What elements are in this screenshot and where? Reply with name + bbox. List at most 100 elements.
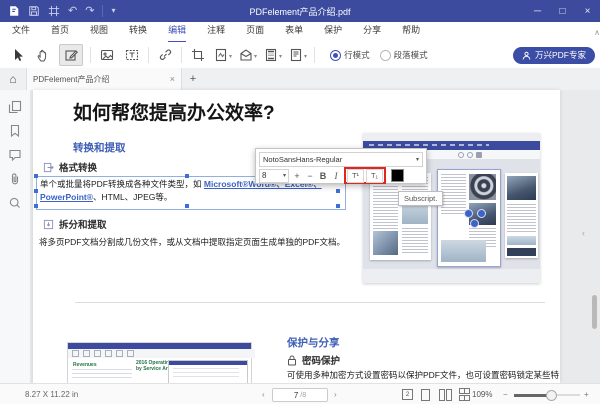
annotation-dot[interactable] <box>470 219 479 228</box>
zoom-in-button[interactable]: + <box>584 384 589 404</box>
line-mode-radio[interactable]: 行模式 <box>330 49 370 61</box>
increase-size-button[interactable]: + <box>292 170 302 182</box>
superscript-button[interactable]: T¹ <box>347 168 364 183</box>
next-page-icon[interactable]: › <box>334 384 337 404</box>
selection-handle[interactable] <box>185 204 189 208</box>
background-tool[interactable]: ▾ <box>239 48 257 62</box>
menu-page[interactable]: 页面 <box>246 21 264 43</box>
pdf-expert-label: 万兴PDF专家 <box>534 50 586 60</box>
page-badge-view-icon[interactable]: 2 <box>402 389 413 400</box>
zoom-slider[interactable] <box>514 390 580 401</box>
selection-handle[interactable] <box>34 189 38 193</box>
zoom-slider-handle[interactable] <box>546 390 557 401</box>
document-viewport[interactable]: 如何帮您提高办公效率? 转换和提取 格式转换 单个或批量将PDF转换成各种文件类… <box>30 90 600 383</box>
right-panel-toggle-icon[interactable]: ‹ <box>582 228 585 238</box>
pdf-page[interactable]: 如何帮您提高办公效率? 转换和提取 格式转换 单个或批量将PDF转换成各种文件类… <box>33 90 560 383</box>
thumbnails-panel-icon[interactable] <box>8 100 22 114</box>
home-tab-icon[interactable]: ⌂ <box>0 68 26 90</box>
font-size-select[interactable]: 8 ▾ <box>259 168 289 183</box>
italic-button[interactable]: I <box>331 170 341 182</box>
quick-access-dropdown-icon[interactable]: ▾ <box>111 7 115 15</box>
attachments-panel-icon[interactable] <box>8 172 22 186</box>
two-page-view-icon[interactable] <box>439 388 452 401</box>
save-icon[interactable] <box>28 5 40 17</box>
comments-panel-icon[interactable] <box>8 148 22 162</box>
menu-comment[interactable]: 注释 <box>207 21 225 43</box>
crop-tool-icon[interactable] <box>189 45 207 65</box>
selection-handle[interactable] <box>336 204 340 208</box>
doc-link-powerpoint[interactable]: PowerPoint® <box>40 192 93 202</box>
font-family-select[interactable]: NotoSansHans-Regular ▾ <box>259 152 423 167</box>
menu-view[interactable]: 视图 <box>90 21 108 43</box>
ribbon-collapse-icon[interactable]: ∧ <box>594 28 600 37</box>
figure-toolbar <box>68 349 255 358</box>
menu-protect[interactable]: 保护 <box>324 21 342 43</box>
bates-dropdown-icon[interactable]: ▾ <box>304 54 307 62</box>
search-panel-icon[interactable] <box>8 196 22 210</box>
menu-help[interactable]: 帮助 <box>402 21 420 43</box>
menu-home[interactable]: 首页 <box>51 21 69 43</box>
close-button[interactable]: × <box>575 0 600 22</box>
menu-form[interactable]: 表单 <box>285 21 303 43</box>
menu-file[interactable]: 文件 <box>12 21 30 43</box>
menu-edit[interactable]: 编辑 <box>168 21 187 43</box>
split-extract-icon <box>43 219 54 229</box>
toolbar-divider <box>148 47 149 63</box>
toolbar-divider <box>314 47 316 63</box>
minimize-button[interactable]: ─ <box>525 0 550 22</box>
hand-tool-icon[interactable] <box>34 45 52 65</box>
tab-close-icon[interactable]: × <box>170 74 175 84</box>
selection-handle[interactable] <box>336 189 340 193</box>
watermark-tool[interactable]: ▾ <box>214 48 232 62</box>
add-text-tool-icon[interactable] <box>123 45 141 65</box>
figure-sheet-rows <box>72 369 132 381</box>
undo-icon[interactable]: ↶ <box>68 5 77 17</box>
link-tool-icon[interactable] <box>156 45 174 65</box>
selection-handle[interactable] <box>34 204 38 208</box>
font-family-dropdown-icon[interactable]: ▾ <box>413 156 422 163</box>
app-logo-icon <box>8 5 20 17</box>
menubar: 文件 首页 视图 转换 编辑 注释 页面 表单 保护 分享 帮助 ∧ <box>0 22 600 43</box>
pdf-expert-button[interactable]: 万兴PDF专家 <box>512 46 595 64</box>
grid-view-icon[interactable] <box>458 388 470 401</box>
titlebar-divider <box>102 5 104 17</box>
excel-label-revenues: Revenues <box>73 362 97 368</box>
background-dropdown-icon[interactable]: ▾ <box>254 54 257 62</box>
annotation-dot[interactable] <box>477 209 486 218</box>
document-tab[interactable]: PDFelement产品介绍 × <box>26 68 182 90</box>
bates-numbering-icon <box>290 48 302 62</box>
snapshot-icon[interactable] <box>48 5 60 17</box>
annotation-dot[interactable] <box>464 209 473 218</box>
doc-figure-excel-screenshot: Revenues 2016 Operating E by Service Are… <box>67 342 255 383</box>
page-number-input[interactable]: 7 /8 <box>272 388 328 402</box>
bold-button[interactable]: B <box>318 170 328 182</box>
tabbar: ⌂ PDFelement产品介绍 × + <box>0 68 600 91</box>
select-tool-icon[interactable] <box>9 45 27 65</box>
menu-convert[interactable]: 转换 <box>129 21 147 43</box>
page-thumbnail-1 <box>370 173 431 260</box>
new-tab-button[interactable]: + <box>182 73 204 85</box>
add-image-tool-icon[interactable] <box>98 45 116 65</box>
header-footer-tool[interactable]: ▾ <box>264 48 282 62</box>
watermark-dropdown-icon[interactable]: ▾ <box>229 54 232 62</box>
zoom-out-button[interactable]: − <box>503 384 508 404</box>
watermark-icon <box>215 48 227 62</box>
selection-handle[interactable] <box>34 174 38 178</box>
maximize-button[interactable]: □ <box>550 0 575 22</box>
menu-share[interactable]: 分享 <box>363 21 381 43</box>
bookmarks-panel-icon[interactable] <box>8 124 22 138</box>
vertical-scrollbar-thumb[interactable] <box>592 295 597 329</box>
previous-page-icon[interactable]: ‹ <box>262 384 265 404</box>
redo-icon[interactable]: ↷ <box>85 5 94 17</box>
font-color-swatch[interactable] <box>391 169 404 182</box>
header-footer-dropdown-icon[interactable]: ▾ <box>279 54 282 62</box>
paragraph-mode-radio[interactable]: 段落模式 <box>379 49 428 61</box>
edit-text-tool-icon[interactable] <box>59 44 83 66</box>
bates-numbering-tool[interactable]: ▾ <box>289 48 307 62</box>
single-page-view-icon[interactable] <box>420 388 431 401</box>
subscript-button[interactable]: T₁ <box>366 168 383 183</box>
decrease-size-button[interactable]: − <box>305 170 315 182</box>
statusbar: 8.27 X 11.22 in ‹ 7 /8 › 2 109% − + <box>0 383 600 404</box>
page-badge-number: 2 <box>402 389 413 400</box>
selection-handle[interactable] <box>185 174 189 178</box>
